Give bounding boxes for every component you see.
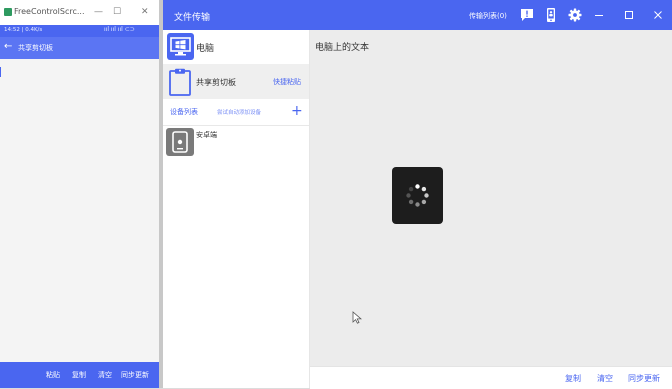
status-time: 14:52 | 0.4K/s [4, 27, 43, 33]
clear-button[interactable]: 清空 [597, 373, 613, 384]
maximize-button[interactable]: ☐ [113, 5, 121, 19]
gear-icon[interactable] [567, 7, 583, 23]
phone-copy-button[interactable]: 复制 [72, 370, 86, 380]
sidebar-item-pc[interactable]: 电脑 [163, 30, 309, 64]
auto-add-device-link[interactable]: 尝试自动添加设备 [217, 108, 261, 116]
loading-spinner [392, 167, 443, 224]
device-name: 安卓端 [196, 131, 217, 139]
phone-bottom-bar: 粘贴 复制 清空 同步更新 [0, 362, 159, 388]
phone-window-title: FreeControlScrc... [14, 7, 85, 16]
phone-status-bar: 14:52 | 0.4K/s ııl ııl ııl ⊂⊃ [0, 25, 159, 37]
mouse-pointer-icon [352, 311, 362, 324]
file-transfer-window: 文件传输 传输列表(0) 电脑 共享剪切板 快捷粘贴 设备列表 尝试自动添加设备… [163, 0, 672, 389]
sidebar: 电脑 共享剪切板 快捷粘贴 设备列表 尝试自动添加设备 + 安卓端 [163, 30, 310, 388]
signal-battery-icons: ııl ııl ııl ⊂⊃ [104, 26, 135, 33]
phone-text-area[interactable] [0, 59, 159, 362]
sync-update-button[interactable]: 同步更新 [628, 373, 660, 384]
minimize-button[interactable]: — [94, 5, 103, 19]
minimize-button[interactable] [591, 6, 607, 24]
phone-icon[interactable] [543, 7, 559, 23]
phone-sync-button[interactable]: 同步更新 [121, 370, 149, 380]
message-icon[interactable] [519, 7, 535, 23]
sidebar-item-label: 共享剪切板 [196, 78, 236, 87]
back-arrow-icon[interactable]: ← [4, 41, 12, 52]
phone-window-titlebar: FreeControlScrc... — ☐ ✕ [0, 0, 159, 26]
copy-button[interactable]: 复制 [565, 373, 581, 384]
close-button[interactable] [650, 6, 666, 24]
phone-clear-button[interactable]: 清空 [98, 370, 112, 380]
sidebar-item-shared-clipboard[interactable]: 共享剪切板 快捷粘贴 [163, 64, 309, 99]
phone-app-title: 共享剪切板 [18, 44, 53, 52]
device-list-header: 设备列表 尝试自动添加设备 + [163, 99, 309, 126]
maximize-button[interactable] [621, 6, 637, 24]
text-cursor [0, 67, 1, 77]
window-titlebar: 文件传输 传输列表(0) [163, 0, 672, 30]
phone-paste-button[interactable]: 粘贴 [46, 370, 60, 380]
transfer-list-button[interactable]: 传输列表(0) [469, 11, 507, 21]
computer-icon [167, 33, 194, 60]
device-list-label: 设备列表 [170, 108, 198, 116]
device-list-item[interactable]: 安卓端 [163, 125, 309, 161]
phone-mirror-window: FreeControlScrc... — ☐ ✕ 14:52 | 0.4K/s … [0, 0, 159, 388]
quick-paste-button[interactable]: 快捷粘贴 [273, 77, 301, 87]
app-icon [4, 8, 12, 16]
close-button[interactable]: ✕ [141, 5, 149, 19]
clipboard-icon [169, 68, 191, 96]
sidebar-item-label: 电脑 [196, 44, 215, 54]
main-content: 电脑上的文本 复制 清空 同步更新 [310, 30, 672, 389]
window-title: 文件传输 [174, 13, 211, 23]
android-device-icon [166, 128, 194, 156]
phone-app-bar: ← 共享剪切板 [0, 37, 159, 59]
main-footer-bar: 复制 清空 同步更新 [310, 366, 672, 389]
pc-text-heading: 电脑上的文本 [315, 43, 370, 53]
add-device-button[interactable]: + [291, 103, 303, 119]
